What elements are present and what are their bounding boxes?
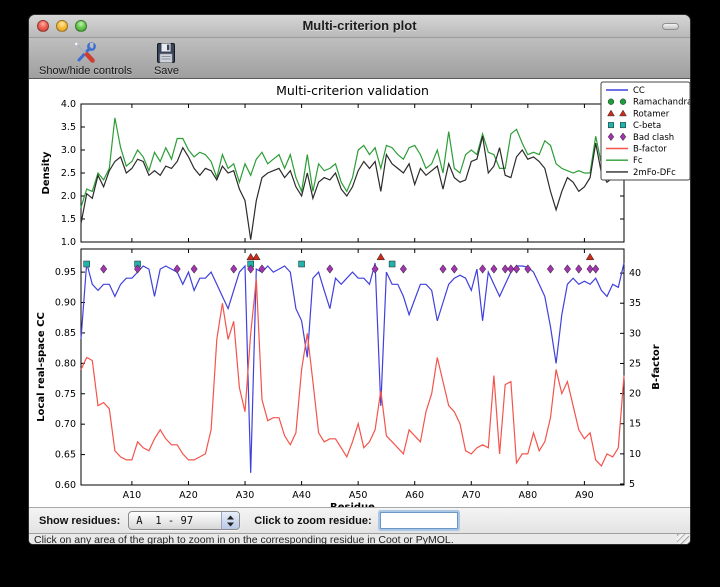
svg-text:2.0: 2.0 [61, 191, 76, 202]
svg-text:A40: A40 [292, 490, 311, 501]
plot-area: A10 A20 A30 A40 A50 A60 A70 A80 A90 Residue 1.0 1.5… [29, 79, 690, 507]
app-window: Multi-criterion plot Show/hide controls [28, 14, 691, 545]
svg-text:40: 40 [629, 268, 641, 279]
svg-text:0.90: 0.90 [55, 298, 76, 309]
toolbar-button-label: Show/hide controls [39, 65, 132, 77]
svg-text:Rotamer: Rotamer [633, 109, 670, 119]
residue-range-select[interactable]: A 1 - 97 [128, 511, 240, 530]
svg-text:10: 10 [629, 449, 641, 460]
save-button[interactable]: Save [154, 38, 179, 77]
toolbar: Show/hide controls Save [29, 38, 690, 79]
status-text: Click on any area of the graph to zoom i… [34, 534, 454, 545]
svg-text:Multi-criterion validation: Multi-criterion validation [276, 83, 429, 98]
svg-text:Bad clash: Bad clash [633, 133, 674, 143]
svg-text:2mFo-DFc: 2mFo-DFc [633, 168, 676, 178]
svg-text:2.5: 2.5 [61, 168, 76, 179]
show-residues-label: Show residues: [39, 515, 120, 527]
svg-text:0.75: 0.75 [55, 389, 76, 400]
zoom-residue-label: Click to zoom residue: [254, 515, 371, 527]
stepper-arrows-icon [221, 512, 239, 529]
svg-text:CC: CC [633, 86, 645, 96]
toolbar-button-label: Save [154, 65, 179, 77]
show-hide-controls-button[interactable]: Show/hide controls [39, 38, 132, 77]
svg-text:4.0: 4.0 [61, 99, 76, 110]
svg-text:Residue: Residue [330, 502, 375, 507]
svg-text:A50: A50 [349, 490, 368, 501]
plot-canvas[interactable]: A10 A20 A30 A40 A50 A60 A70 A80 A90 Residue 1.0 1.5… [29, 79, 691, 507]
svg-text:25: 25 [629, 358, 641, 369]
svg-text:B-factor: B-factor [651, 344, 662, 389]
svg-text:B-factor: B-factor [633, 145, 667, 155]
svg-text:0.60: 0.60 [55, 480, 76, 491]
toolbar-toggle-button[interactable] [662, 23, 679, 30]
svg-text:1.5: 1.5 [61, 214, 76, 225]
svg-text:A10: A10 [123, 490, 142, 501]
svg-text:5: 5 [629, 479, 635, 490]
svg-text:20: 20 [629, 389, 641, 400]
control-bar: Show residues: A 1 - 97 Click to zoom re… [29, 507, 690, 533]
svg-text:A20: A20 [179, 490, 198, 501]
svg-text:Ramachandran: Ramachandran [633, 98, 691, 108]
svg-text:C-beta: C-beta [633, 121, 661, 131]
screen: Multi-criterion plot Show/hide controls [0, 0, 720, 587]
svg-text:Fc: Fc [633, 156, 643, 166]
svg-text:0.85: 0.85 [55, 328, 76, 339]
svg-text:A60: A60 [405, 490, 424, 501]
svg-text:0.95: 0.95 [55, 267, 76, 278]
svg-text:Density: Density [41, 151, 52, 194]
svg-text:0.65: 0.65 [55, 450, 76, 461]
save-icon [154, 40, 178, 65]
status-bar: Click on any area of the graph to zoom i… [29, 533, 690, 545]
svg-text:35: 35 [629, 298, 641, 309]
titlebar[interactable]: Multi-criterion plot [29, 15, 690, 38]
zoom-residue-input[interactable] [380, 512, 458, 529]
svg-text:A90: A90 [575, 490, 594, 501]
svg-text:0.70: 0.70 [55, 419, 76, 430]
svg-text:30: 30 [629, 328, 641, 339]
svg-text:1.0: 1.0 [61, 237, 76, 248]
svg-text:3.0: 3.0 [61, 145, 76, 156]
residue-range-value: A 1 - 97 [129, 515, 221, 527]
window-title: Multi-criterion plot [29, 18, 690, 33]
svg-text:A30: A30 [236, 490, 255, 501]
svg-text:15: 15 [629, 419, 641, 430]
svg-text:3.5: 3.5 [61, 122, 76, 133]
svg-text:A70: A70 [462, 490, 481, 501]
svg-text:Local real-space CC: Local real-space CC [36, 312, 47, 422]
tools-icon [72, 40, 98, 65]
resize-grip[interactable] [677, 534, 689, 545]
svg-text:A80: A80 [519, 490, 538, 501]
svg-text:0.80: 0.80 [55, 358, 76, 369]
